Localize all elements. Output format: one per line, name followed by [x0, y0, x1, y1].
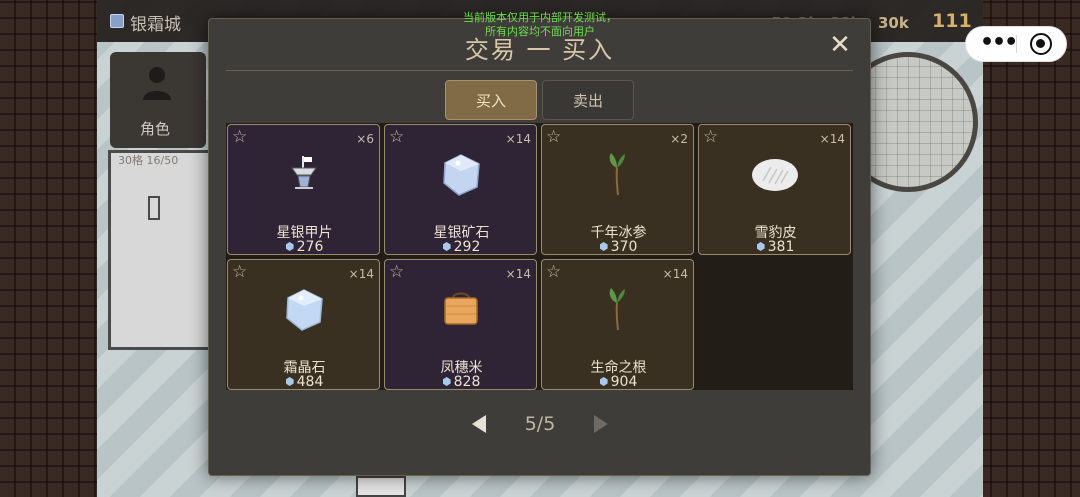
- prev-page-arrow-icon[interactable]: [470, 414, 488, 434]
- tab-buy[interactable]: 买入: [445, 80, 537, 120]
- gem-icon: [442, 377, 451, 386]
- item-quantity: ×14: [348, 267, 374, 281]
- silver-armor-plate-icon: [291, 156, 317, 189]
- favorite-star-icon[interactable]: ☆: [232, 128, 247, 146]
- item-card[interactable]: ☆ ×14 雪豹皮 381: [698, 124, 851, 255]
- favorite-star-icon[interactable]: ☆: [546, 128, 561, 146]
- building-sprite: [108, 150, 218, 350]
- item-quantity: ×14: [819, 132, 845, 146]
- item-price-value: 292: [453, 239, 481, 255]
- leopard-pelt-icon: [752, 159, 798, 191]
- gem-icon: [756, 242, 765, 251]
- ice-ginseng-sprout-icon: [609, 153, 625, 196]
- gem-icon: [599, 377, 608, 386]
- item-price-value: 381: [767, 239, 795, 255]
- title-divider: [226, 70, 853, 71]
- item-price-value: 828: [453, 374, 481, 390]
- item-quantity: ×14: [505, 267, 531, 281]
- item-price-value: 370: [610, 239, 638, 255]
- item-quantity: ×14: [505, 132, 531, 146]
- capsule-divider: [1016, 35, 1017, 53]
- favorite-star-icon[interactable]: ☆: [389, 128, 404, 146]
- item-price: 276: [228, 239, 381, 255]
- item-card[interactable]: ☆ ×14 霜晶石 484: [227, 259, 380, 390]
- next-page-arrow-icon[interactable]: [592, 414, 610, 434]
- item-price: 370: [542, 239, 695, 255]
- item-card[interactable]: ☆ ×2 千年冰参 370: [541, 124, 694, 255]
- gem-icon: [285, 242, 294, 251]
- favorite-star-icon[interactable]: ☆: [703, 128, 718, 146]
- person-icon: [143, 67, 171, 100]
- gem-icon: [442, 242, 451, 251]
- item-quantity: ×14: [662, 267, 688, 281]
- item-card[interactable]: ☆ ×6 星银甲片 276: [227, 124, 380, 255]
- more-dots-icon[interactable]: •••: [980, 32, 1018, 56]
- dev-notice-line-2: 所有内容均不面向用户: [485, 25, 595, 38]
- item-price-value: 276: [296, 239, 324, 255]
- close-miniprogram-icon[interactable]: [1030, 33, 1052, 55]
- item-card[interactable]: ☆ ×14 生命之根 904: [541, 259, 694, 390]
- role-label: 角色: [140, 120, 171, 138]
- city-flag-icon: [110, 14, 124, 28]
- tab-sell[interactable]: 卖出: [542, 80, 634, 120]
- favorite-star-icon[interactable]: ☆: [389, 263, 404, 281]
- silver-ore-icon: [443, 154, 480, 196]
- life-root-sprout-icon: [609, 288, 625, 331]
- item-price-value: 904: [610, 374, 638, 390]
- item-price-value: 484: [296, 374, 324, 390]
- role-sub-label: 30格 16/50: [118, 154, 179, 167]
- favorite-star-icon[interactable]: ☆: [546, 263, 561, 281]
- dev-notice: 当前版本仅用于内部开发测试， 所有内容均不面向用户: [420, 11, 660, 39]
- world-object: [356, 476, 406, 497]
- item-price: 381: [699, 239, 852, 255]
- close-icon[interactable]: ✕: [828, 32, 852, 58]
- item-price: 484: [228, 374, 381, 390]
- frost-crystal-icon: [286, 289, 323, 331]
- main-resource-count: 111: [932, 10, 972, 32]
- gem-icon: [285, 377, 294, 386]
- dev-notice-line-1: 当前版本仅用于内部开发测试，: [463, 11, 617, 24]
- item-price: 828: [385, 374, 538, 390]
- item-card[interactable]: ☆ ×14 星银矿石 292: [384, 124, 537, 255]
- item-quantity: ×2: [670, 132, 688, 146]
- gem-icon: [599, 242, 608, 251]
- building-door: [148, 196, 160, 220]
- page-indicator: 5/5: [524, 413, 556, 435]
- rice-basket-icon: [444, 292, 478, 325]
- item-price: 904: [542, 374, 695, 390]
- item-quantity: ×6: [356, 132, 374, 146]
- item-price: 292: [385, 239, 538, 255]
- city-name: 银霜城: [130, 15, 181, 35]
- item-card[interactable]: ☆ ×14 凤穗米 828: [384, 259, 537, 390]
- favorite-star-icon[interactable]: ☆: [232, 263, 247, 281]
- food-resource-count: 30k: [878, 14, 909, 32]
